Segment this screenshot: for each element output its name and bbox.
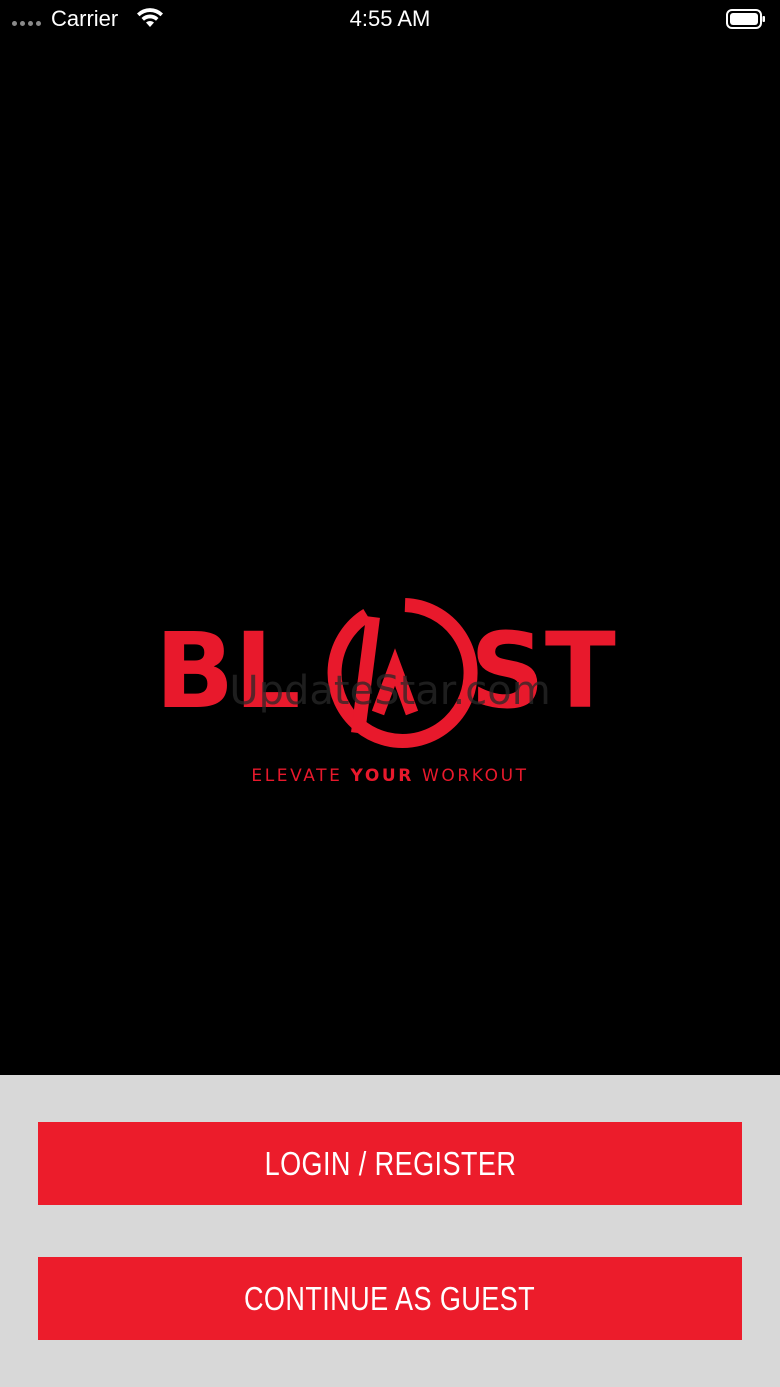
app-screen: Carrier 4:55 AM BL ST UpdateStar.com ELE… bbox=[0, 0, 780, 1387]
action-panel: LOGIN / REGISTER CONTINUE AS GUEST bbox=[0, 1075, 780, 1387]
logo-a-circle-icon bbox=[327, 598, 478, 748]
tagline-part-2: YOUR bbox=[350, 766, 414, 786]
logo-letters-right: ST bbox=[470, 610, 616, 732]
tagline-part-3: WORKOUT bbox=[413, 766, 529, 786]
continue-as-guest-label: CONTINUE AS GUEST bbox=[244, 1279, 536, 1317]
status-time: 4:55 AM bbox=[349, 6, 431, 31]
login-register-button[interactable]: LOGIN / REGISTER bbox=[38, 1122, 742, 1205]
logo-letters-left: BL bbox=[155, 610, 301, 732]
login-register-label: LOGIN / REGISTER bbox=[264, 1144, 516, 1182]
battery-icon bbox=[726, 9, 765, 29]
continue-as-guest-button[interactable]: CONTINUE AS GUEST bbox=[38, 1257, 742, 1340]
status-bar: Carrier 4:55 AM bbox=[0, 0, 780, 40]
tagline-part-1: ELEVATE bbox=[251, 766, 351, 786]
logo-tagline: ELEVATE YOUR WORKOUT bbox=[0, 766, 780, 786]
blast-logo: BL ST bbox=[155, 598, 616, 748]
